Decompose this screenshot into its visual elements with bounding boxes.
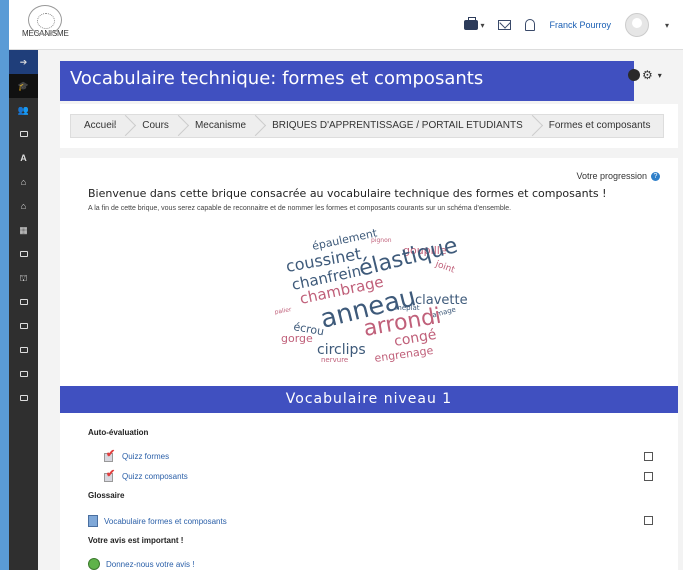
sidebar-item-folder-7[interactable] (9, 386, 38, 410)
graduation-cap-icon: 🎓 (17, 80, 30, 91)
course-content-card: Votre progression ? Bienvenue dans cette… (60, 158, 678, 570)
section-banner: Vocabulaire niveau 1 (60, 386, 678, 413)
breadcrumb-container: Accueil Cours Mecanisme BRIQUES D'APPREN… (60, 104, 678, 148)
breadcrumb-item-category[interactable]: Mecanisme (182, 115, 259, 137)
breadcrumb-item-current[interactable]: Formes et composants (536, 115, 664, 137)
avatar[interactable] (624, 13, 649, 37)
quiz-icon: ✔ (104, 448, 116, 462)
cloud-word: engrenage (374, 344, 435, 365)
left-sidebar: ➔ 🎓 👥 A ⌂ ⌂ ▦ ⛫ (9, 50, 38, 570)
cloud-word: pignon (371, 237, 392, 244)
folder-icon (19, 347, 28, 353)
sidebar-item-sitemap[interactable]: ⛫ (9, 266, 38, 290)
user-menu-chevron-icon[interactable]: ▾ (665, 21, 669, 30)
cloud-word: gorge (281, 332, 313, 345)
sidebar-item-folder-6[interactable] (9, 362, 38, 386)
home-icon: ⌂ (20, 176, 27, 187)
logo-emblem-icon (28, 5, 62, 35)
site-logo[interactable]: MECANISME (22, 5, 69, 45)
sidebar-item-folder-5[interactable] (9, 338, 38, 362)
chevron-down-icon[interactable]: ▾ (658, 71, 662, 80)
welcome-heading: Bienvenue dans cette brique consacrée au… (88, 187, 607, 200)
breadcrumb: Accueil Cours Mecanisme BRIQUES D'APPREN… (70, 114, 665, 138)
completion-checkbox[interactable] (644, 516, 653, 525)
folder-icon (19, 299, 28, 305)
folder-icon (19, 371, 28, 377)
glossary-icon (88, 515, 98, 527)
progress-label: Votre progression (576, 171, 647, 181)
grades-icon: A (20, 152, 27, 163)
mail-icon[interactable] (498, 20, 512, 30)
user-name-link[interactable]: Franck Pourroy (549, 20, 611, 30)
intro-text: A la fin de cette brique, vous serez cap… (88, 205, 512, 212)
calendar-icon: ▦ (19, 224, 28, 235)
glossary-label: Glossaire (88, 491, 125, 500)
breadcrumb-item-courses[interactable]: Cours (129, 115, 182, 137)
feedback-icon (88, 558, 100, 570)
dashboard-icon: ⌂ (20, 200, 27, 211)
quiz-icon: ✔ (104, 468, 116, 482)
edit-mode-icon[interactable] (628, 69, 640, 81)
activity-link[interactable]: Donnez-nous votre avis ! (106, 560, 195, 569)
page-settings-menu[interactable]: ⚙ ▾ (628, 68, 662, 82)
sidebar-item-course[interactable]: 🎓 (9, 74, 38, 98)
breadcrumb-item-home[interactable]: Accueil (71, 115, 129, 137)
briefcase-icon (464, 17, 479, 30)
cloud-word: joint (433, 259, 456, 276)
bell-icon[interactable] (525, 19, 536, 31)
completion-checkbox[interactable] (644, 452, 653, 461)
sidebar-item-dashboard[interactable]: ⌂ (9, 194, 38, 218)
sidebar-item-grades[interactable]: A (9, 146, 38, 170)
vocabulary-word-cloud: épaulement pignon goupille coussinet éla… (265, 226, 475, 368)
users-icon: 👥 (17, 104, 30, 115)
activity-link[interactable]: Quizz composants (122, 472, 188, 481)
folder-icon (19, 131, 28, 137)
page-header-banner: Vocabulaire technique: formes et composa… (60, 61, 634, 101)
section-title: Vocabulaire niveau 1 (285, 391, 453, 407)
sidebar-item-participants[interactable]: 👥 (9, 98, 38, 122)
briefcase-menu[interactable]: ▾ (464, 17, 485, 30)
sidebar-item-folder-4[interactable] (9, 314, 38, 338)
help-icon[interactable]: ? (651, 171, 660, 181)
sidebar-item-folder-2[interactable] (9, 242, 38, 266)
feedback-label: Votre avis est important ! (88, 536, 184, 545)
self-evaluation-label: Auto-évaluation (88, 428, 149, 437)
sidebar-toggle-button[interactable]: ➔ (9, 50, 38, 74)
activity-quiz-forms[interactable]: ✔ Quizz formes (104, 448, 169, 462)
word-cloud-svg: épaulement pignon goupille coussinet éla… (274, 226, 467, 365)
navbar-actions: ▾ Franck Pourroy ▾ (464, 0, 669, 50)
breadcrumb-item-portal[interactable]: BRIQUES D'APPRENTISSAGE / PORTAIL ETUDIA… (259, 115, 536, 137)
sitemap-icon: ⛫ (19, 272, 28, 283)
activity-link[interactable]: Vocabulaire formes et composants (104, 517, 227, 526)
sidebar-item-folder-1[interactable] (9, 122, 38, 146)
activity-feedback[interactable]: Donnez-nous votre avis ! (88, 558, 195, 570)
folder-icon (19, 395, 28, 401)
gear-icon[interactable]: ⚙ (642, 68, 653, 82)
arrow-right-circle-icon: ➔ (19, 56, 28, 67)
cloud-word: nervure (321, 356, 348, 364)
activity-quiz-components[interactable]: ✔ Quizz composants (104, 468, 188, 482)
chevron-down-icon: ▾ (480, 20, 485, 30)
activity-link[interactable]: Quizz formes (122, 452, 169, 461)
completion-checkbox[interactable] (644, 472, 653, 481)
top-navbar: MECANISME ▾ Franck Pourroy ▾ (9, 0, 683, 50)
sidebar-item-calendar[interactable]: ▦ (9, 218, 38, 242)
sidebar-item-home[interactable]: ⌂ (9, 170, 38, 194)
folder-icon (19, 323, 28, 329)
page-title: Vocabulaire technique: formes et composa… (70, 68, 484, 89)
cloud-word: palier (274, 306, 292, 316)
folder-icon (19, 251, 28, 257)
left-edge-strip (0, 0, 9, 570)
progress-indicator: Votre progression ? (576, 171, 660, 181)
sidebar-item-folder-3[interactable] (9, 290, 38, 314)
activity-glossary[interactable]: Vocabulaire formes et composants (88, 515, 227, 527)
